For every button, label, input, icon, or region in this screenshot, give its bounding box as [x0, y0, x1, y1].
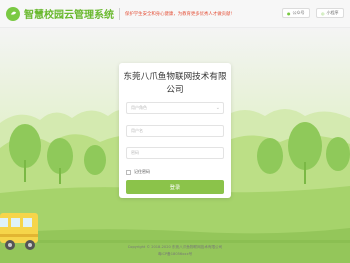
- login-button[interactable]: 登录: [126, 180, 224, 194]
- remember-checkbox[interactable]: [126, 169, 131, 175]
- official-account-label: 公众号: [292, 10, 305, 15]
- remember-password[interactable]: 记住密码: [126, 169, 150, 175]
- header-slogan: 保护学生安全和身心健康，为教育更多优秀人才做贡献!: [125, 11, 233, 17]
- user-role-select[interactable]: 用户角色 ⌄: [126, 102, 224, 114]
- username-input[interactable]: 用户名: [126, 125, 224, 137]
- username-placeholder: 用户名: [131, 128, 143, 133]
- mini-program-label: 小程序: [326, 10, 339, 15]
- remember-label: 记住密码: [134, 169, 150, 174]
- mini-program-button[interactable]: ◎ 小程序: [316, 8, 344, 18]
- footer-copyright: Copyright © 2018-2020 东莞八爪鱼物联网技术有限公司: [127, 245, 223, 249]
- system-title: 智慧校园云管理系统: [24, 10, 114, 21]
- login-card: 东莞八爪鱼物联网技术有限公司 用户角色 ⌄ 用户名 密码 记住密码 登录: [119, 63, 231, 198]
- official-account-button[interactable]: ● 公众号: [282, 8, 310, 18]
- footer-icp[interactable]: 粤ICP备18056xxx号: [0, 252, 350, 257]
- user-role-placeholder: 用户角色: [131, 105, 147, 110]
- top-header: 智慧校园云管理系统 保护学生安全和身心健康，为教育更多优秀人才做贡献! ● 公众…: [0, 0, 350, 28]
- company-name: 东莞八爪鱼物联网技术有限公司: [123, 72, 227, 95]
- mini-program-icon: ◎: [321, 10, 325, 16]
- chevron-down-icon: ⌄: [215, 105, 220, 111]
- header-divider: [119, 7, 120, 20]
- logo-icon: [6, 6, 20, 21]
- password-input[interactable]: 密码: [126, 147, 224, 159]
- password-placeholder: 密码: [131, 150, 139, 155]
- wechat-icon: ●: [287, 10, 291, 16]
